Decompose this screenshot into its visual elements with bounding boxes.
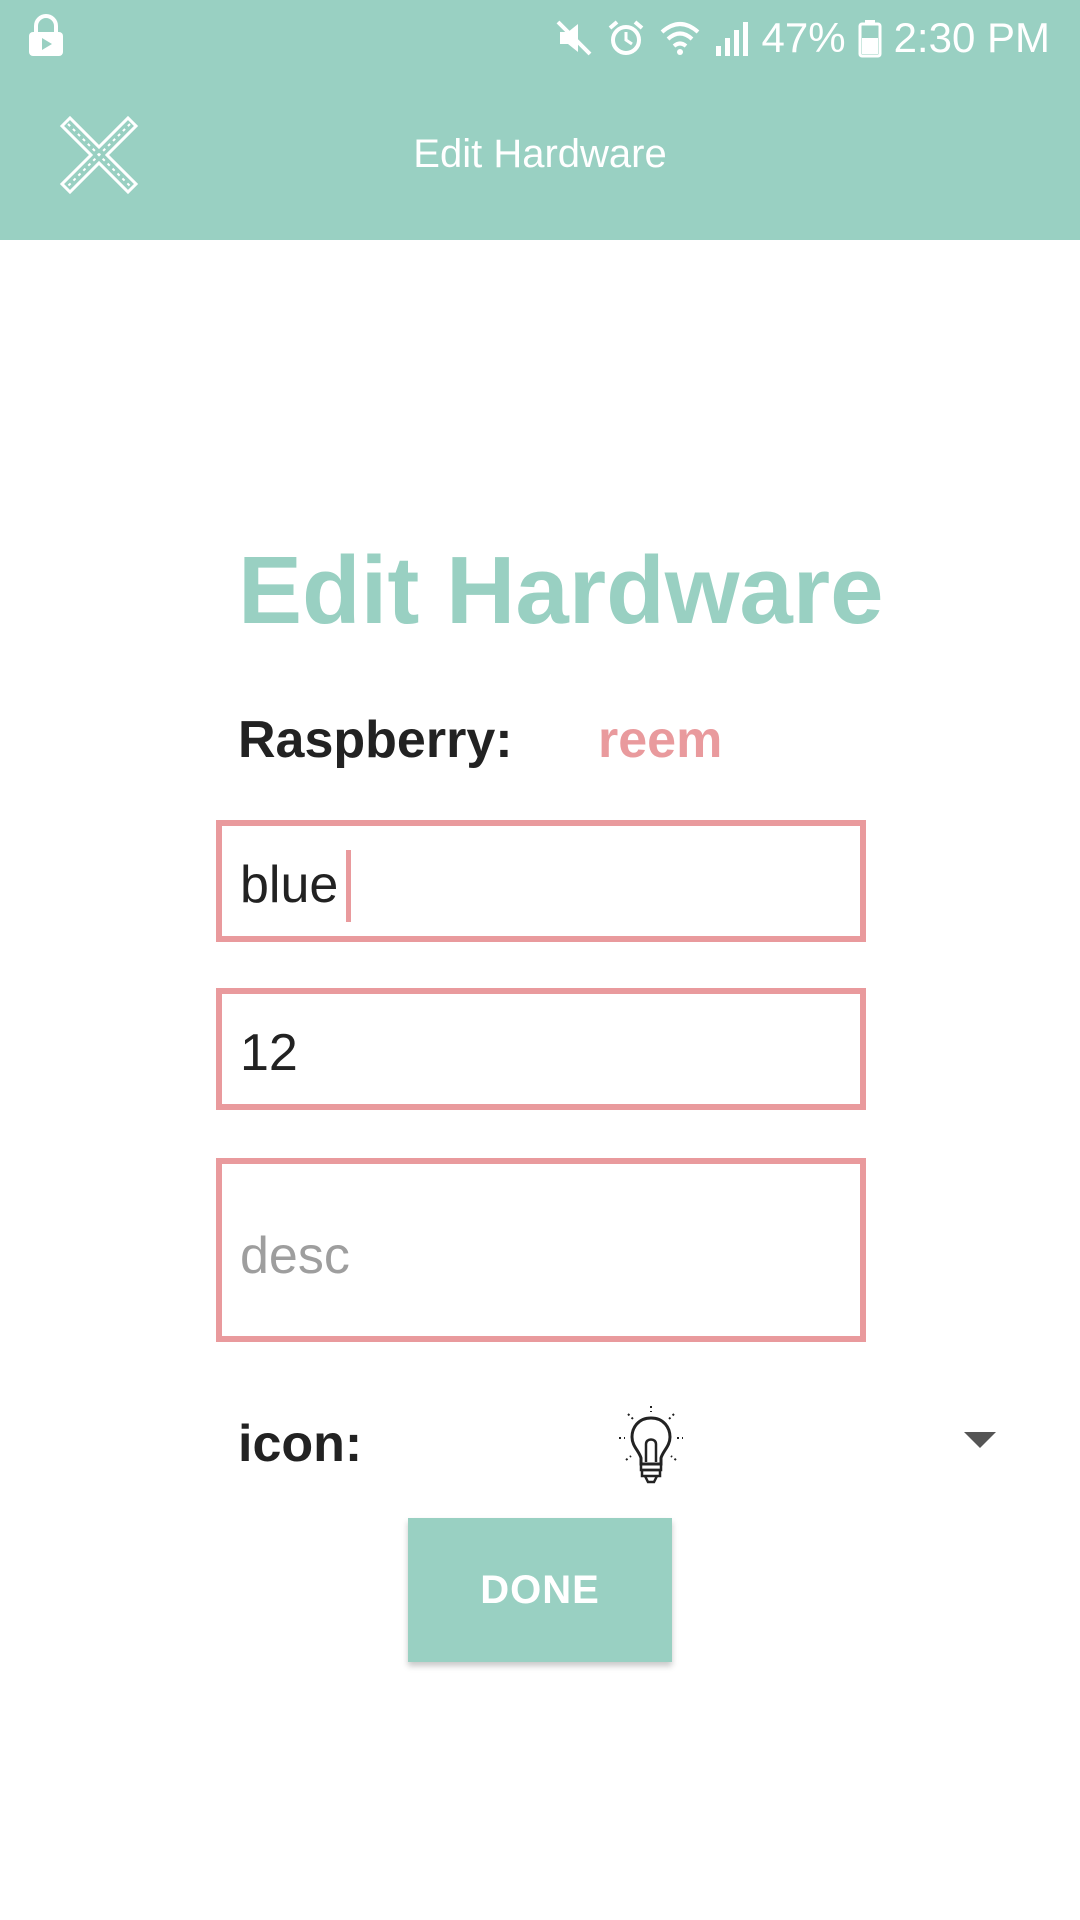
dropdown-arrow-icon	[964, 1432, 996, 1448]
lightbulb-icon	[616, 1404, 686, 1488]
wifi-icon	[658, 18, 702, 58]
clock-time: 2:30 PM	[893, 14, 1050, 61]
raspberry-value: reem	[598, 711, 723, 769]
text-caret	[346, 850, 351, 922]
number-input[interactable]	[240, 1022, 850, 1084]
name-input[interactable]	[240, 854, 850, 916]
app-bar: 47% 2:30 PM Edit Hardware	[0, 0, 1080, 240]
description-field	[216, 1158, 866, 1342]
mute-icon	[554, 18, 594, 58]
battery-percent: 47%	[761, 14, 846, 61]
done-button[interactable]: DONE	[408, 1518, 672, 1662]
number-field	[216, 988, 866, 1110]
description-input[interactable]	[240, 1226, 850, 1296]
battery-icon	[858, 18, 882, 58]
lock-icon	[26, 14, 66, 58]
page-title: Edit Hardware	[238, 537, 884, 644]
signal-icon	[714, 18, 750, 58]
icon-dropdown[interactable]	[600, 1390, 1010, 1490]
raspberry-label: Raspberry:	[238, 711, 513, 769]
status-bar: 47% 2:30 PM	[0, 0, 1080, 76]
name-field	[216, 820, 866, 942]
app-bar-title: Edit Hardware	[413, 132, 667, 176]
icon-label: icon:	[238, 1415, 363, 1473]
alarm-icon	[606, 18, 646, 58]
